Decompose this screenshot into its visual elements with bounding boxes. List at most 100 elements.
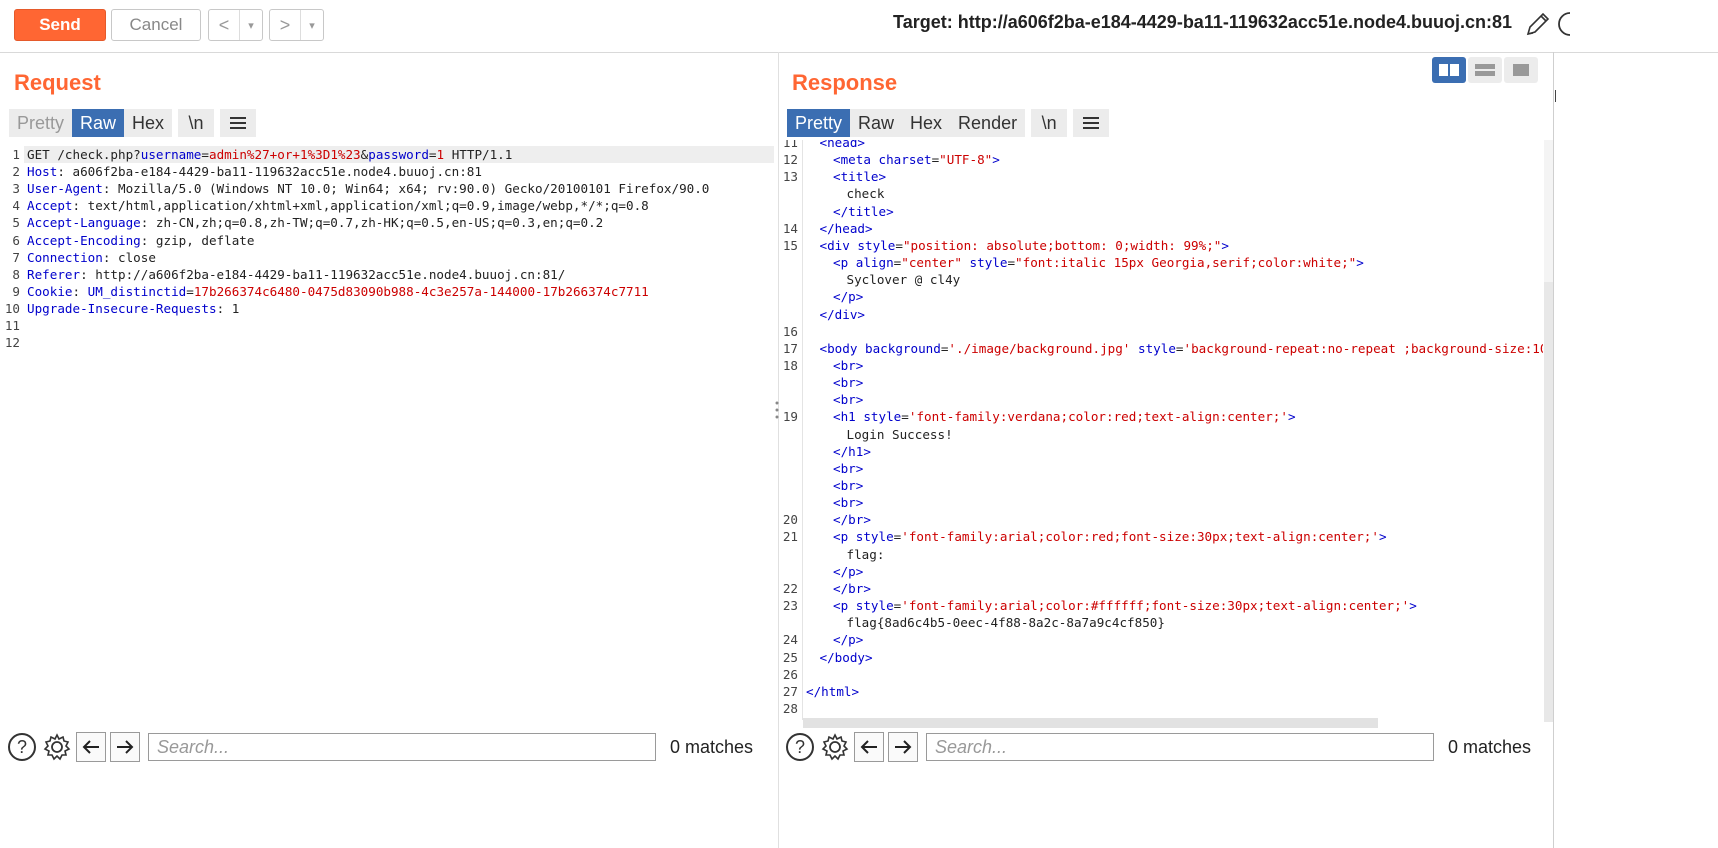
line-number: 10 [4,300,20,316]
help-icon[interactable]: ? [786,733,814,761]
line-number: 12 [4,335,20,351]
line-number: 26 [782,666,798,682]
history-forward-group[interactable]: > ▾ [269,9,324,41]
line-number: 11 [4,318,20,333]
code-line[interactable]: <meta charset="UTF-8"> [833,151,1000,168]
code-line[interactable]: <br> [833,374,863,391]
code-line[interactable]: Login Success! [847,426,953,443]
code-line[interactable]: User-Agent: Mozilla/5.0 (Windows NT 10.0… [27,180,709,197]
gear-icon[interactable] [820,732,850,762]
line-number: 17 [782,340,798,356]
history-back-button[interactable]: < [209,15,239,36]
tab-pretty[interactable]: Pretty [787,109,851,137]
history-forward-button[interactable]: > [270,15,300,36]
code-line[interactable]: </p> [833,631,863,648]
code-line[interactable]: Accept-Language: zh-CN,zh;q=0.8,zh-TW;q=… [27,214,603,231]
right-border-tick [1555,90,1556,102]
help-icon[interactable]: ? [8,733,36,761]
code-line[interactable]: Connection: close [27,249,156,266]
code-line[interactable]: check [847,185,885,202]
history-back-dropdown[interactable]: ▾ [239,10,262,40]
code-line[interactable]: <br> [833,391,863,408]
search-prev-button[interactable] [76,732,106,762]
code-line[interactable]: </title> [833,203,894,220]
send-button[interactable]: Send [14,9,106,41]
line-number [780,563,798,580]
tab-raw[interactable]: Raw [72,109,125,137]
line-number: 7 [12,249,20,265]
split-vertical-icon[interactable] [1468,57,1502,83]
search-next-button[interactable] [110,732,140,762]
code-line[interactable]: </p> [833,563,863,580]
code-line[interactable]: Upgrade-Insecure-Requests: 1 [27,300,239,317]
panel-divider[interactable] [778,52,779,848]
layout-switcher [1432,57,1538,83]
code-line[interactable]: Accept-Encoding: gzip, deflate [27,232,254,249]
history-forward-dropdown[interactable]: ▾ [300,10,323,40]
tab-newline[interactable]: \n [1031,109,1068,137]
code-line[interactable]: Host: a606f2ba-e184-4429-ba11-119632acc5… [27,163,482,180]
code-line[interactable]: <h1 style='font-family:verdana;color:red… [833,408,1296,425]
code-line[interactable]: </head> [820,220,873,237]
circle-icon[interactable] [1556,10,1570,38]
tab-hex[interactable]: Hex [902,109,951,137]
horizontal-scrollbar-thumb[interactable] [803,718,1378,728]
line-number [780,494,798,511]
code-line[interactable]: <br> [833,494,863,511]
code-line[interactable]: Referer: http://a606f2ba-e184-4429-ba11-… [27,266,565,283]
line-number [780,546,798,563]
code-line[interactable]: </div> [820,306,866,323]
code-line[interactable]: </h1> [833,443,871,460]
code-line[interactable]: <br> [833,460,863,477]
code-line[interactable]: <head> [820,140,866,151]
tab-raw[interactable]: Raw [850,109,903,137]
code-line[interactable]: Cookie: UM_distinctid=17b266374c6480-047… [27,283,649,300]
tab-render[interactable]: Render [950,109,1026,137]
request-editor[interactable]: 1 GET /check.php?username=admin%27+or+1%3… [0,146,776,726]
code-line[interactable]: Accept: text/html,application/xhtml+xml,… [27,197,649,214]
code-line[interactable]: flag: [847,546,885,563]
code-line[interactable]: <br> [833,357,863,374]
code-line[interactable]: flag{8ad6c4b5-0eec-4f88-8a2c-8a7a9c4cf85… [847,614,1165,631]
line-number: 27 [782,683,798,699]
code-line[interactable]: <title> [833,168,886,185]
code-line[interactable]: <div style="position: absolute;bottom: 0… [820,237,1229,254]
code-line[interactable]: </body> [820,649,873,666]
response-editor[interactable]: 11 <head> 12 <meta charset="UTF-8"> 13 <title… [780,140,1543,718]
line-number: 3 [12,181,20,197]
response-tabs: Pretty Raw Hex Render \n [787,109,1110,137]
line-number: 15 [782,237,798,253]
menu-icon[interactable] [220,109,257,137]
code-line[interactable]: <p style='font-family:arial;color:#fffff… [833,597,1417,614]
code-line[interactable]: <body background='./image/background.jpg… [820,340,1544,357]
search-input[interactable]: Search... [148,733,656,761]
gear-icon[interactable] [42,732,72,762]
menu-icon[interactable] [1073,109,1110,137]
code-line[interactable]: Syclover @ cl4y [847,271,961,288]
code-line[interactable]: <br> [833,477,863,494]
tab-newline[interactable]: \n [178,109,215,137]
code-line[interactable]: GET /check.php?username=admin%27+or+1%3D… [27,146,512,163]
response-title: Response [792,70,898,95]
line-number: 21 [782,529,798,545]
tab-hex[interactable]: Hex [124,109,173,137]
history-back-group[interactable]: < ▾ [208,9,263,41]
split-horizontal-icon[interactable] [1432,57,1466,83]
search-prev-button[interactable] [854,732,884,762]
code-line[interactable]: <p style='font-family:arial;color:red;fo… [833,528,1387,545]
code-line[interactable]: <p align="center" style="font:italic 15p… [833,254,1364,271]
code-line[interactable]: </html> [806,683,859,700]
line-number: 14 [782,220,798,236]
pencil-icon[interactable] [1524,10,1552,38]
code-line[interactable]: </br> [833,511,871,528]
cancel-button[interactable]: Cancel [111,9,201,41]
single-pane-icon[interactable] [1504,57,1538,83]
request-title: Request [14,70,101,95]
search-input[interactable]: Search... [926,733,1434,761]
code-line[interactable]: </br> [833,580,871,597]
code-line[interactable]: </p> [833,288,863,305]
line-number: 20 [782,512,798,528]
tab-pretty[interactable]: Pretty [9,109,73,137]
search-next-button[interactable] [888,732,918,762]
line-number: 24 [782,632,798,648]
